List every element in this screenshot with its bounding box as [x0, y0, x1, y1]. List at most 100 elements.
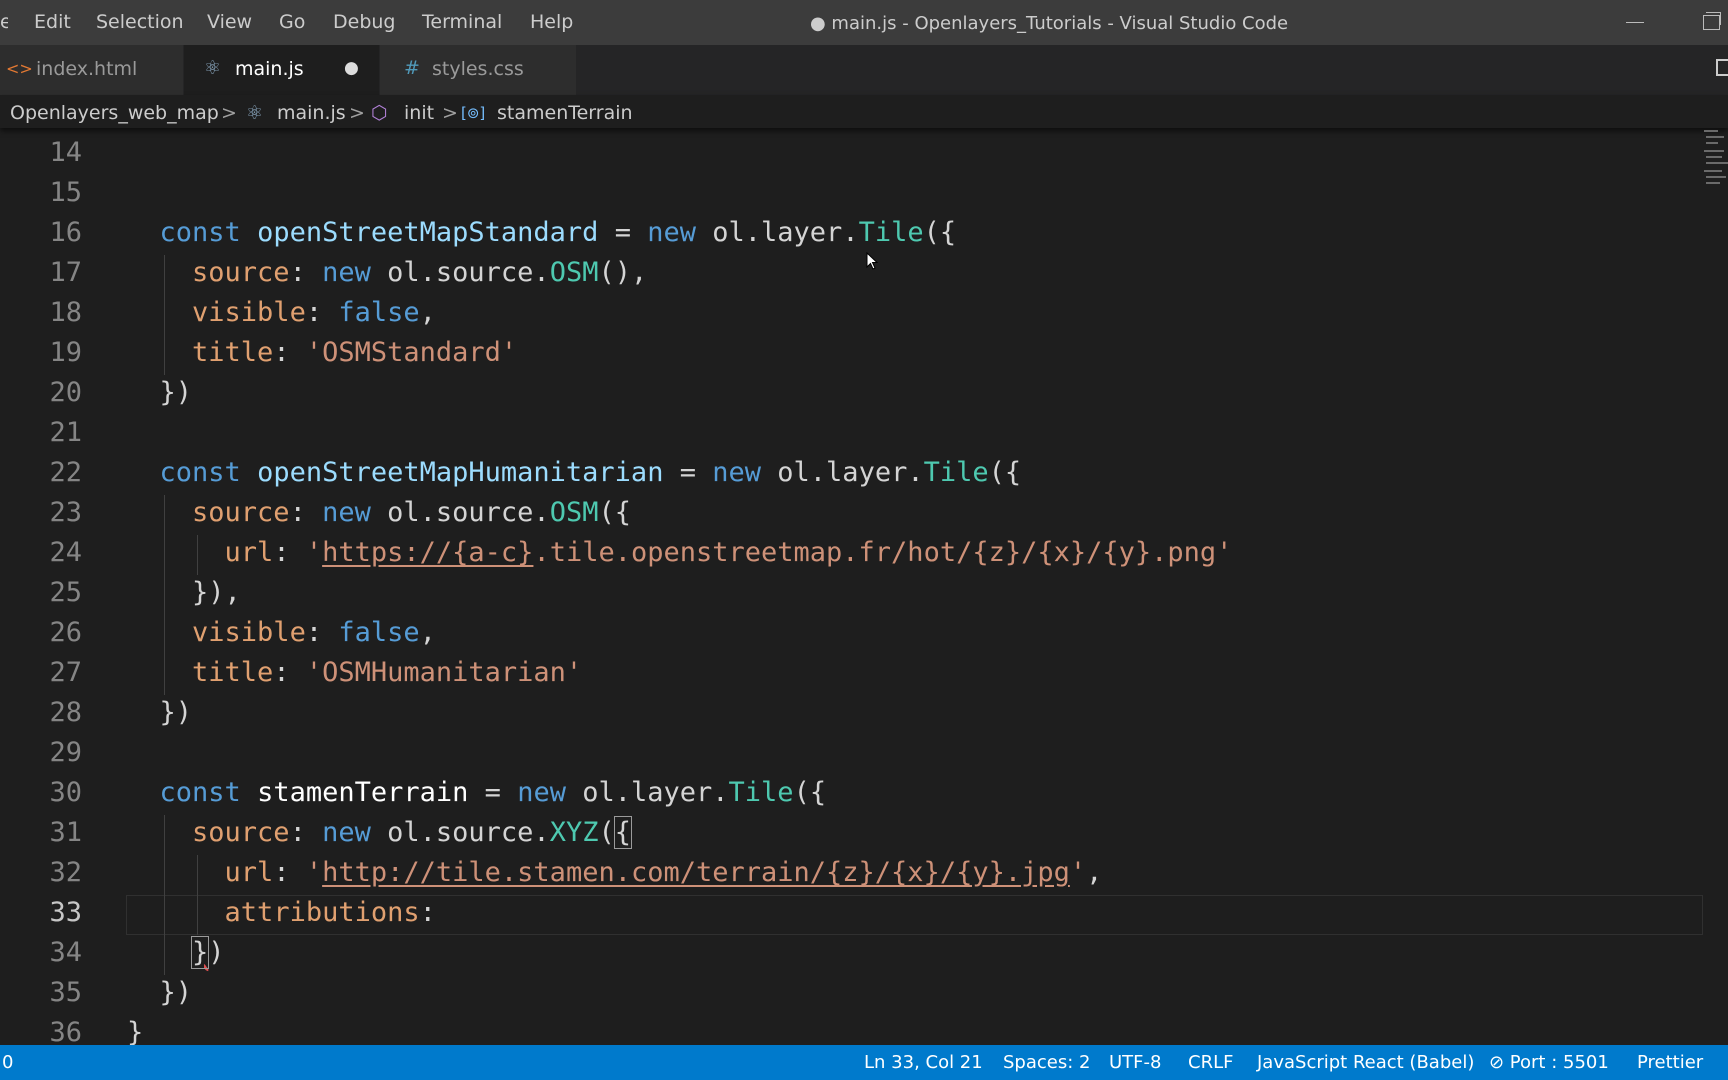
react-file-icon: ⚛: [204, 57, 222, 79]
code-text: source: new ol.source.XYZ({: [192, 816, 633, 849]
line-number: 33: [49, 897, 82, 928]
restore-icon[interactable]: [1703, 12, 1721, 30]
breadcrumb-variable[interactable]: stamenTerrain: [497, 102, 633, 124]
breadcrumb-function[interactable]: init: [404, 102, 434, 124]
line-number: 17: [49, 257, 82, 288]
code-line: 24 url: 'https://{a-c}.tile.openstreetma…: [0, 535, 1700, 575]
line-number: 22: [49, 457, 82, 488]
code-text: visible: false,: [192, 617, 436, 648]
status-problems[interactable]: 0: [2, 1052, 13, 1073]
code-line: 31 source: new ol.source.XYZ({: [0, 815, 1700, 855]
line-number: 18: [49, 297, 82, 328]
line-number: 28: [49, 697, 82, 728]
status-cursor-position[interactable]: Ln 33, Col 21: [864, 1052, 983, 1073]
status-language-mode[interactable]: JavaScript React (Babel): [1257, 1052, 1474, 1073]
line-number: 25: [49, 577, 82, 608]
menu-item-go[interactable]: Go: [279, 11, 305, 33]
code-text: }: [127, 1017, 144, 1045]
unsaved-dot-icon[interactable]: ●: [344, 58, 359, 78]
line-number: 14: [49, 137, 82, 168]
menu-item-view[interactable]: View: [207, 11, 252, 33]
status-bar: 0 Ln 33, Col 21 Spaces: 2 UTF-8 CRLF Jav…: [0, 1045, 1728, 1080]
css-file-icon: #: [404, 57, 420, 79]
code-text: url: 'http://tile.stamen.com/terrain/{z}…: [224, 857, 1103, 888]
status-encoding[interactable]: UTF-8: [1109, 1052, 1161, 1073]
status-eol[interactable]: CRLF: [1188, 1052, 1233, 1073]
code-line: 19 title: 'OSMStandard': [0, 335, 1700, 375]
line-number: 36: [49, 1017, 82, 1045]
code-line: 35 }): [0, 975, 1700, 1015]
line-number: 31: [49, 817, 82, 848]
code-line: 28 }): [0, 695, 1700, 735]
code-text: }),: [127, 577, 241, 608]
line-number: 27: [49, 657, 82, 688]
menu-item-edit[interactable]: Edit: [34, 11, 71, 33]
code-text: }): [127, 977, 193, 1008]
code-line: 18 visible: false,: [0, 295, 1700, 335]
line-number: 34: [49, 937, 82, 968]
code-line: 36 }: [0, 1015, 1700, 1045]
tab-index-html[interactable]: <> index.html: [0, 45, 184, 95]
code-line: 23 source: new ol.source.OSM({: [0, 495, 1700, 535]
menu-item-selection[interactable]: Selection: [96, 11, 184, 33]
breadcrumb-file[interactable]: main.js: [277, 102, 346, 124]
code-line: 34 }): [0, 935, 1700, 975]
tab-label: styles.css: [432, 58, 524, 80]
code-line-current: 33 attributions:: [0, 895, 1703, 935]
code-line: 26 visible: false,: [0, 615, 1700, 655]
line-number: 30: [49, 777, 82, 808]
menu-item-terminal[interactable]: Terminal: [422, 11, 502, 33]
chevron-right-icon: >: [442, 102, 458, 124]
react-file-icon: ⚛: [246, 102, 264, 124]
line-number: 29: [49, 737, 82, 768]
minimize-icon[interactable]: [1626, 22, 1644, 23]
code-editor[interactable]: 14 15 16 const openStreetMapStandard = n…: [0, 135, 1728, 1045]
code-line: 21: [0, 415, 1700, 455]
code-text: const openStreetMapHumanitarian = new ol…: [159, 457, 1022, 488]
line-number: 20: [49, 377, 82, 408]
tab-main-js[interactable]: ⚛ main.js ●: [184, 45, 380, 95]
line-number: 26: [49, 617, 82, 648]
code-line: 30 const stamenTerrain = new ol.layer.Ti…: [0, 775, 1700, 815]
code-line: 14: [0, 135, 1700, 175]
title-bar: e Edit Selection View Go Debug Terminal …: [0, 0, 1728, 45]
tab-styles-css[interactable]: # styles.css: [380, 45, 577, 95]
code-text: source: new ol.source.OSM(),: [192, 257, 648, 288]
breadcrumb-folder[interactable]: Openlayers_web_map: [10, 102, 219, 124]
variable-icon: [⊚]: [461, 104, 486, 122]
tab-label: index.html: [36, 58, 138, 80]
breadcrumb: Openlayers_web_map > ⚛ main.js > ⬡ init …: [0, 95, 1728, 128]
line-number: 32: [49, 857, 82, 888]
split-editor-icon[interactable]: [1716, 59, 1728, 76]
code-line: 20 }): [0, 375, 1700, 415]
code-text: title: 'OSMStandard': [192, 337, 518, 368]
code-text: }): [127, 377, 193, 408]
menu-item-help[interactable]: Help: [530, 11, 573, 33]
status-prettier[interactable]: Prettier: [1637, 1052, 1703, 1073]
menu-item-file-partial[interactable]: e: [0, 11, 8, 33]
code-line: 29: [0, 735, 1700, 775]
line-number: 24: [49, 537, 82, 568]
code-line: 15: [0, 175, 1700, 215]
line-number: 15: [49, 177, 82, 208]
code-text: }): [191, 936, 225, 969]
code-text: visible: false,: [192, 297, 436, 328]
code-line: 32 url: 'http://tile.stamen.com/terrain/…: [0, 855, 1700, 895]
code-text: attributions:: [224, 897, 436, 928]
code-text: url: 'https://{a-c}.tile.openstreetmap.f…: [224, 537, 1233, 568]
html-file-icon: <>: [6, 59, 33, 78]
chevron-right-icon: >: [221, 102, 237, 124]
mouse-cursor-icon: [866, 252, 879, 270]
minimap[interactable]: [1700, 128, 1728, 198]
line-number: 19: [49, 337, 82, 368]
code-text: const openStreetMapStandard = new ol.lay…: [159, 217, 957, 248]
line-number: 35: [49, 977, 82, 1008]
menu-item-debug[interactable]: Debug: [333, 11, 395, 33]
chevron-right-icon: >: [349, 102, 365, 124]
code-line: 27 title: 'OSMHumanitarian': [0, 655, 1700, 695]
method-cube-icon: ⬡: [371, 102, 388, 124]
status-indentation[interactable]: Spaces: 2: [1003, 1052, 1090, 1073]
status-live-server-port[interactable]: ⊘ Port : 5501: [1489, 1052, 1609, 1073]
code-text: title: 'OSMHumanitarian': [192, 657, 583, 688]
code-line: 16 const openStreetMapStandard = new ol.…: [0, 215, 1700, 255]
